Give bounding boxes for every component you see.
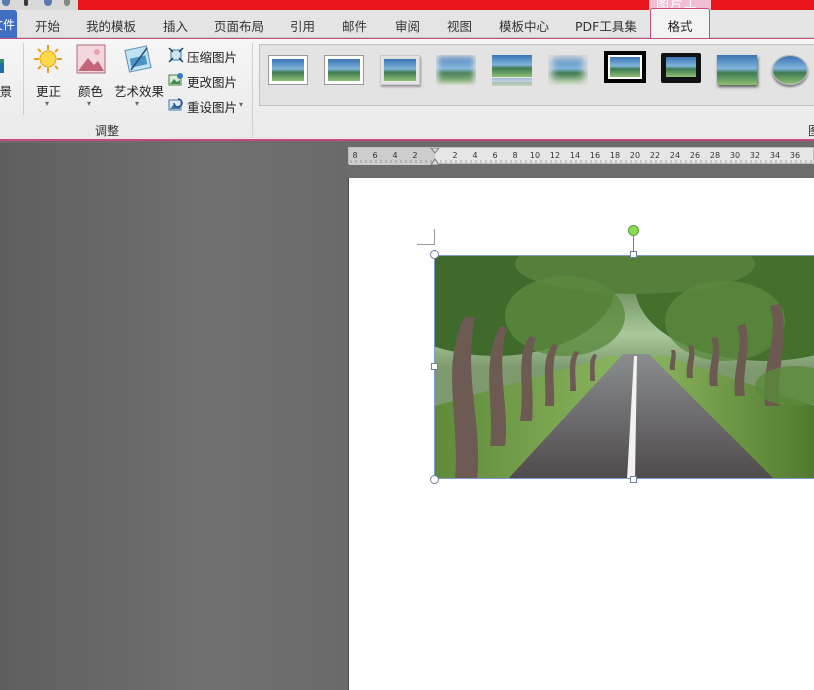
page-corner-mark [434, 229, 435, 245]
tab-format[interactable]: 格式 [650, 8, 710, 39]
tab-my-templates[interactable]: 我的模板 [86, 16, 136, 36]
ruler-label: 2 [412, 151, 417, 160]
tab-file[interactable]: 文件 [0, 10, 17, 38]
reset-picture-icon[interactable] [168, 97, 184, 113]
ribbon-separator [23, 43, 24, 115]
ruler-ticks: 8 6 4 2 2 4 6 8 10 12 14 16 18 20 22 24 26 28 30 32 34 36 [349, 148, 812, 165]
ruler-label: 36 [790, 151, 800, 160]
artistic-effects-label[interactable]: 艺术效果 [114, 81, 164, 100]
remove-background-label[interactable]: 背景 [0, 81, 12, 100]
ruler-label: 24 [670, 151, 680, 160]
picture-style-drop-shadow[interactable] [380, 55, 420, 85]
ruler-label: 32 [750, 151, 760, 160]
picture-style-reflected[interactable] [492, 55, 532, 86]
tab-pdf-tools[interactable]: PDF工具集 [575, 16, 637, 36]
picture-style-thick-black-frame[interactable] [604, 51, 646, 83]
ruler-label: 34 [770, 151, 780, 160]
workspace-background [0, 143, 348, 690]
tab-review[interactable]: 审阅 [395, 16, 420, 36]
change-picture-icon[interactable] [168, 72, 184, 88]
picture-style-simple-frame[interactable] [268, 55, 308, 85]
adjust-group-label: 调整 [95, 124, 120, 138]
artistic-effects-icon[interactable] [123, 44, 153, 74]
picture-style-soft-edge[interactable] [436, 55, 476, 85]
horizontal-ruler[interactable]: 8 6 4 2 2 4 6 8 10 12 14 16 18 20 22 24 26 28 30 32 34 36 [348, 147, 814, 165]
resize-handle-bottom[interactable] [630, 476, 637, 483]
ribbon-group-separator [252, 43, 253, 138]
ruler-label: 12 [550, 151, 560, 160]
compress-pictures-icon[interactable] [168, 47, 184, 63]
tab-references[interactable]: 引用 [290, 16, 315, 36]
sun-icon[interactable] [33, 44, 63, 74]
picture-style-oval[interactable] [772, 55, 808, 85]
ruler-label: 16 [590, 151, 600, 160]
compress-pictures-label[interactable]: 压缩图片 [187, 47, 237, 66]
picture-style-black-rectangle[interactable] [661, 53, 701, 83]
ruler-label: 30 [730, 151, 740, 160]
customize-icon[interactable] [64, 0, 70, 6]
ruler-label: 14 [570, 151, 580, 160]
picture-color-icon[interactable] [76, 44, 106, 74]
ribbon-panel: 背景 更正 ▾ 颜色 ▾ 艺术效果 ▾ 压缩图片 更改图片 [0, 38, 814, 141]
ruler-label: 20 [630, 151, 640, 160]
picture-style-white-frame[interactable] [324, 55, 364, 85]
resize-handle-top-left[interactable] [430, 250, 439, 259]
tab-view[interactable]: 视图 [447, 16, 472, 36]
resize-handle-top[interactable] [630, 251, 637, 258]
ruler-label: 4 [392, 151, 397, 160]
resize-handle-bottom-left[interactable] [430, 475, 439, 484]
picture-style-center-shadow[interactable] [717, 55, 757, 85]
ruler-label: 6 [372, 151, 377, 160]
picture-styles-group-label: 图 [808, 122, 814, 139]
tab-mailings[interactable]: 邮件 [342, 16, 367, 36]
color-dropdown-icon[interactable]: ▾ [87, 99, 91, 108]
ruler-label: 22 [650, 151, 660, 160]
picture-styles-gallery [259, 44, 814, 106]
ruler-label: 28 [710, 151, 720, 160]
tree-lined-road-image [435, 256, 814, 478]
change-picture-label[interactable]: 更改图片 [187, 72, 237, 91]
rotate-connector [633, 236, 634, 252]
selected-picture[interactable] [434, 255, 814, 479]
quick-access-icon[interactable] [2, 0, 10, 6]
tab-template-center[interactable]: 模板中心 [499, 16, 549, 36]
ruler-label: 2 [452, 151, 457, 160]
remove-background-icon[interactable] [0, 51, 8, 81]
tab-insert[interactable]: 插入 [163, 16, 188, 36]
picture-style-soft-oval[interactable] [548, 55, 588, 85]
tab-home[interactable]: 开始 [35, 16, 60, 36]
ruler-label: 10 [530, 151, 540, 160]
ruler-label: 26 [690, 151, 700, 160]
artistic-effects-dropdown-icon[interactable]: ▾ [135, 99, 139, 108]
ruler-label: 4 [472, 151, 477, 160]
redo-icon[interactable] [44, 0, 52, 6]
ruler-label: 18 [610, 151, 620, 160]
rotate-handle[interactable] [628, 225, 639, 236]
tab-file-label: 文件 [0, 18, 16, 32]
ruler-label: 8 [352, 151, 357, 160]
ruler-label: 8 [512, 151, 517, 160]
ruler-label: 6 [492, 151, 497, 160]
corrections-dropdown-icon[interactable]: ▾ [45, 99, 49, 108]
tab-page-layout[interactable]: 页面布局 [214, 16, 264, 36]
undo-icon[interactable] [24, 0, 28, 6]
reset-picture-label[interactable]: 重设图片 [187, 97, 237, 116]
page-corner-mark [417, 244, 434, 245]
corrections-label[interactable]: 更正 [36, 81, 61, 100]
resize-handle-left[interactable] [431, 363, 438, 370]
color-label[interactable]: 颜色 [78, 81, 103, 100]
reset-picture-dropdown-icon[interactable]: ▾ [239, 100, 243, 109]
